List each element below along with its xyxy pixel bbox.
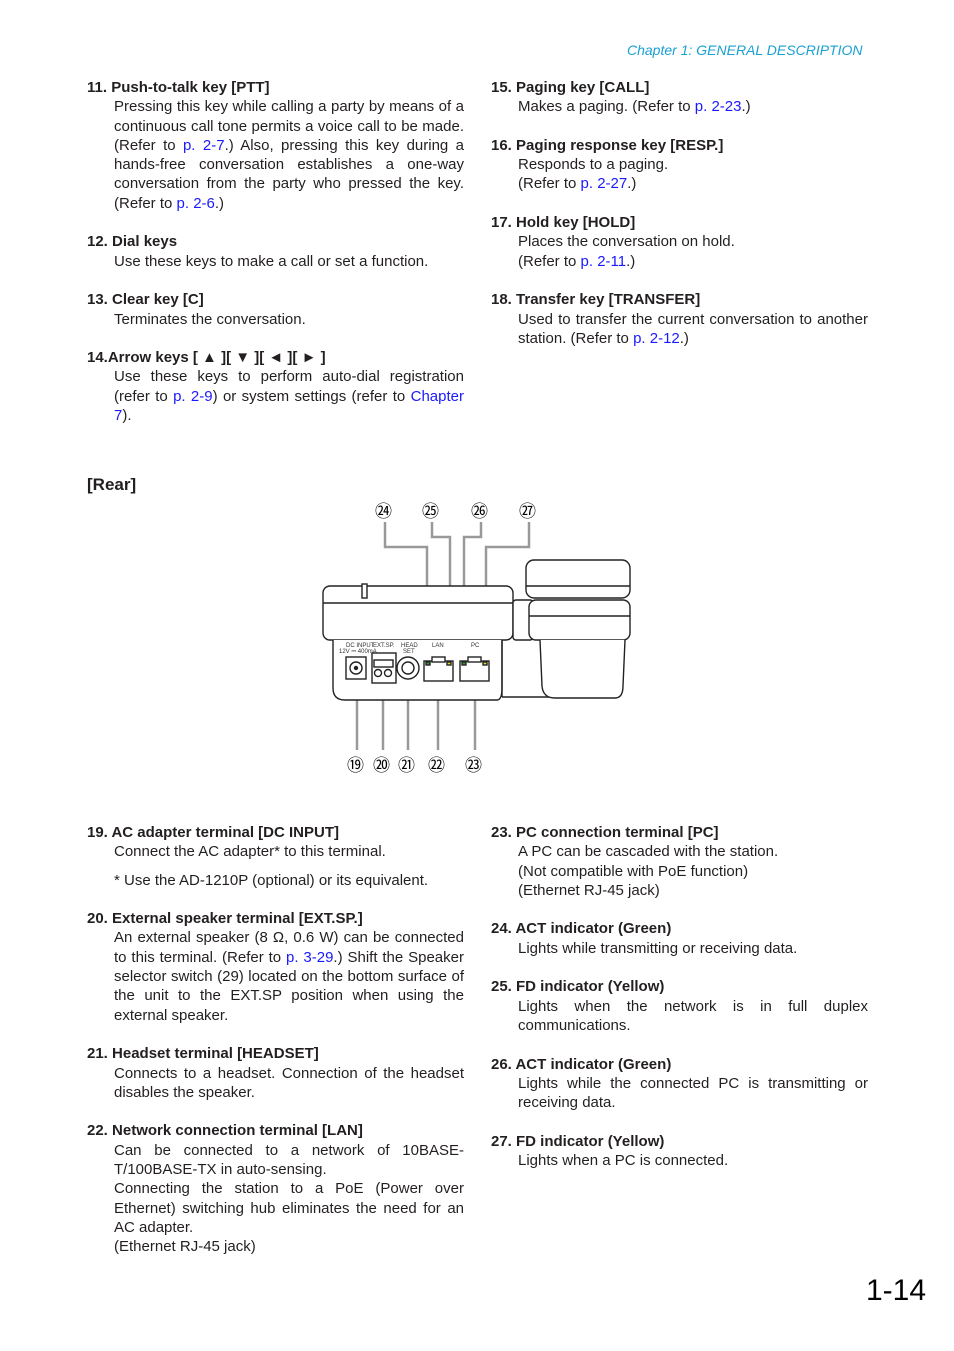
callout-22: ㉒ [428, 756, 445, 775]
item-body: Lights while the connected PC is transmi… [518, 1074, 868, 1112]
page-reference-link[interactable]: p. 2-27 [581, 175, 628, 192]
page-reference-link[interactable]: p. 3-29 [286, 949, 333, 966]
chapter-header: Chapter 1: GENERAL DESCRIPTION [627, 42, 863, 58]
item-list-bottom-left: 19. AC adapter terminal [DC INPUT] Connec… [87, 823, 464, 1276]
callout-24: ㉔ [375, 502, 392, 521]
callout-23: ㉓ [465, 756, 482, 775]
page-reference-link[interactable]: p. 2-11 [581, 253, 627, 270]
item-body: A PC can be cascaded with the station. (N… [518, 843, 779, 899]
description-item: 25. FD indicator (Yellow) Lights when the… [491, 977, 868, 1035]
item-title: 22. Network connection terminal [LAN] [87, 1122, 363, 1140]
description-item: 27. FD indicator (Yellow) Lights when a P… [491, 1132, 868, 1171]
item-body: Connect the AC adapter* to this terminal… [114, 842, 464, 890]
rear-panel-diagram: DC INPUT 12V ⎓ 400mA EXT.SP. HEAD SET LA… [310, 490, 650, 790]
item-body: Lights while transmitting or receiving d… [518, 939, 798, 957]
label-lan: LAN [432, 643, 444, 649]
item-body: Pressing this key while calling a party … [114, 98, 465, 212]
item-list-bottom-right: 23. PC connection terminal [PC] A PC can … [491, 823, 868, 1190]
description-item: 16. Paging response key [RESP.] Responds … [491, 136, 868, 194]
description-item: 18. Transfer key [TRANSFER] Used to trans… [491, 290, 868, 348]
item-body: Use these keys to make a call or set a f… [114, 252, 429, 270]
description-item: 20. External speaker terminal [EXT.SP.] A… [87, 909, 464, 1025]
callout-20: ⑳ [373, 756, 390, 775]
item-title: 24. ACT indicator (Green) [491, 920, 672, 938]
label-dc-rating: 12V ⎓ 400mA [339, 649, 377, 655]
body-top-shell [322, 585, 514, 641]
item-title: 19. AC adapter terminal [DC INPUT] [87, 824, 339, 841]
item-title: 18. Transfer key [TRANSFER] [491, 291, 701, 309]
page-reference-link[interactable]: p. 2-7 [183, 137, 225, 154]
description-item: 24. ACT indicator (Green) Lights while tr… [491, 919, 868, 958]
description-item: 21. Headset terminal [HEADSET] Connects t… [87, 1044, 464, 1102]
page-reference-link[interactable]: p. 2-23 [695, 98, 742, 115]
item-title: 14.Arrow keys [ ▲ ][ ▼ ][ ◄ ][ ► ] [87, 349, 326, 367]
item-body: Can be connected to a network of 10BASE-… [114, 1141, 464, 1256]
description-item: 11. Push-to-talk key [PTT] Pressing this … [87, 78, 464, 213]
item-body: Used to transfer the current conversatio… [518, 310, 868, 347]
item-title: 16. Paging response key [RESP.] [491, 136, 724, 154]
item-body: Use these keys to perform auto-dial regi… [114, 368, 464, 425]
description-item: 26. ACT indicator (Green) Lights while th… [491, 1055, 868, 1113]
handset-cradle [528, 599, 631, 641]
item-body: An external speaker (8 Ω, 0.6 W) can be … [114, 929, 464, 1024]
label-set: SET [403, 649, 415, 655]
item-body: Lights when the network is in full duple… [518, 997, 868, 1034]
callout-21: ㉑ [398, 756, 415, 775]
description-item: 12. Dial keys Use these keys to make a ca… [87, 232, 464, 271]
item-title: 15. Paging key [CALL] [491, 79, 650, 96]
page-reference-link[interactable]: p. 2-6 [177, 195, 215, 212]
callout-26: ㉖ [471, 502, 488, 521]
item-title: 27. FD indicator (Yellow) [491, 1132, 665, 1150]
page-reference-link[interactable]: Chapter 7 [114, 388, 464, 424]
page-number: 1-14 [866, 1274, 927, 1307]
item-body: Makes a paging. (Refer to p. 2-23.) [518, 98, 751, 116]
label-pc: PC [471, 643, 480, 649]
phone-body [322, 559, 631, 701]
page-reference-link[interactable]: p. 2-12 [633, 330, 680, 347]
description-item: 23. PC connection terminal [PC] A PC can … [491, 823, 868, 900]
handset-base [539, 639, 626, 699]
page-reference-link[interactable]: p. 2-9 [173, 388, 213, 405]
item-title: 11. Push-to-talk key [PTT] [87, 79, 270, 96]
item-body: Connects to a headset. Connection of the… [114, 1064, 464, 1101]
description-item: 22. Network connection terminal [LAN] Can… [87, 1121, 464, 1256]
description-item: 13. Clear key [C] Terminates the conversa… [87, 290, 464, 329]
item-body: Terminates the conversation. [114, 310, 306, 328]
item-list-top-right: 15. Paging key [CALL] Makes a paging. (Re… [491, 78, 868, 367]
description-item: 17. Hold key [HOLD] Places the conversati… [491, 213, 868, 271]
item-title: 13. Clear key [C] [87, 291, 204, 309]
callout-19: ⑲ [347, 756, 364, 775]
item-title: 23. PC connection terminal [PC] [491, 824, 719, 841]
rear-section-title: [Rear] [87, 475, 137, 494]
item-title: 12. Dial keys [87, 233, 178, 251]
item-title: 17. Hold key [HOLD] [491, 214, 636, 232]
callout-25: ㉕ [422, 502, 439, 521]
item-title: 21. Headset terminal [HEADSET] [87, 1045, 319, 1063]
description-item: 14.Arrow keys [ ▲ ][ ▼ ][ ◄ ][ ► ] Use th… [87, 348, 464, 425]
item-body: Responds to a paging. (Refer to p. 2-27.) [518, 156, 669, 193]
item-note: * Use the AD-1210P (optional) or its equ… [114, 871, 429, 889]
label-ext-sp: EXT.SP. [373, 643, 395, 649]
description-item: 19. AC adapter terminal [DC INPUT] Connec… [87, 823, 464, 890]
ext-sp-terminal [371, 652, 397, 684]
item-title: 26. ACT indicator (Green) [491, 1055, 672, 1073]
item-title: 25. FD indicator (Yellow) [491, 978, 665, 996]
item-body: Places the conversation on hold. (Refer t… [518, 233, 735, 270]
handset-top [525, 559, 631, 599]
description-item: 15. Paging key [CALL] Makes a paging. (Re… [491, 78, 868, 117]
item-list-top-left: 11. Push-to-talk key [PTT] Pressing this … [87, 78, 464, 445]
item-body: Lights when a PC is connected. [518, 1152, 729, 1170]
callout-27: ㉗ [519, 502, 536, 521]
item-title: 20. External speaker terminal [EXT.SP.] [87, 910, 363, 928]
